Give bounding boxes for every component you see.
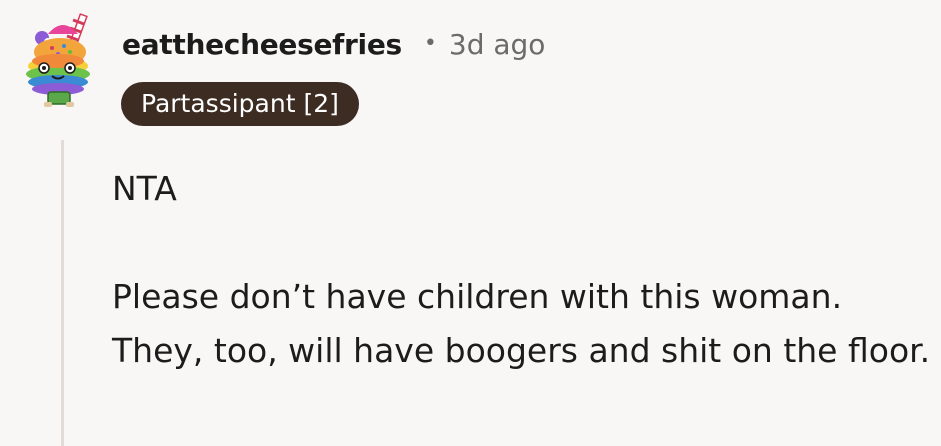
username-link[interactable]: eatthecheesefries: [122, 28, 402, 61]
comment-paragraph: Please don’t have children with this wom…: [112, 277, 931, 370]
separator-dot: •: [423, 31, 437, 56]
user-flair-badge: Partassipant [2]: [121, 82, 359, 126]
timestamp[interactable]: 3d ago: [449, 28, 546, 61]
comment-header: eatthecheesefries • 3d ago: [122, 28, 545, 61]
rainbow-cupcake-avatar-icon: [26, 13, 90, 107]
user-avatar[interactable]: [18, 12, 102, 108]
comment-paragraph: NTA: [112, 169, 177, 208]
comment: eatthecheesefries • 3d ago Partassipant …: [0, 0, 941, 446]
comment-body: NTA Please don’t have children with this…: [112, 162, 932, 378]
thread-line[interactable]: [61, 140, 64, 446]
